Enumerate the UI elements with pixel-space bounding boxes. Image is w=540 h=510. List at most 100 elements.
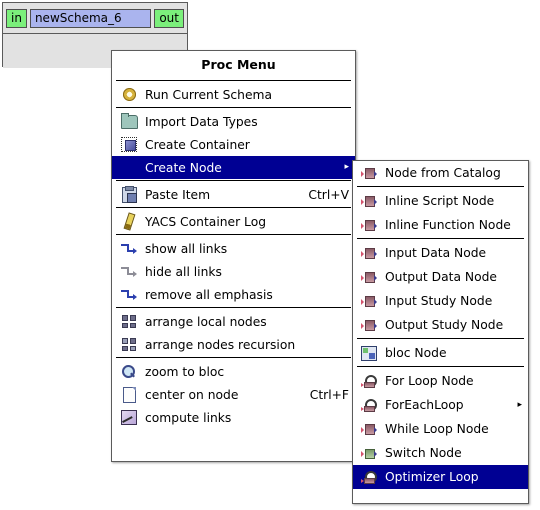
menu-item-inline-function-node[interactable]: Inline Function Node bbox=[353, 213, 528, 237]
menu-item-label: Create Container bbox=[145, 137, 250, 152]
menu-separator bbox=[116, 357, 351, 358]
menu-item-label: bloc Node bbox=[385, 346, 447, 360]
menu-item-label: Create Node bbox=[145, 160, 222, 175]
magnifier-icon bbox=[119, 363, 139, 381]
menu-item-switch-node[interactable]: Switch Node bbox=[353, 441, 528, 465]
link-arrow-gray-icon bbox=[119, 263, 139, 281]
menu-item-zoom-to-bloc[interactable]: zoom to bloc bbox=[112, 360, 355, 383]
menu-item-label: Node from Catalog bbox=[385, 166, 501, 180]
menu-item-remove-all-emphasis[interactable]: remove all emphasis bbox=[112, 283, 355, 306]
menu-item-label: Import Data Types bbox=[145, 114, 258, 129]
grid-recursion-icon bbox=[119, 336, 139, 354]
menu-item-label: arrange local nodes bbox=[145, 314, 267, 329]
node-icon bbox=[360, 316, 378, 334]
node-icon bbox=[360, 192, 378, 210]
menu-item-while-loop-node[interactable]: While Loop Node bbox=[353, 417, 528, 441]
menu-item-label: For Loop Node bbox=[385, 374, 474, 388]
menu-item-label: hide all links bbox=[145, 264, 222, 279]
loop-icon bbox=[360, 396, 378, 414]
menu-item-label: ForEachLoop bbox=[385, 398, 464, 412]
menu-separator bbox=[357, 366, 524, 367]
menu-item-label: compute links bbox=[145, 410, 232, 425]
menu-item-label: YACS Container Log bbox=[145, 214, 267, 229]
menu-item-show-all-links[interactable]: show all links bbox=[112, 237, 355, 260]
submenu-arrow-icon: ▸ bbox=[344, 162, 349, 172]
node-icon bbox=[360, 164, 378, 182]
menu-item-node-from-catalog[interactable]: Node from Catalog bbox=[353, 161, 528, 185]
menu-item-label: Inline Script Node bbox=[385, 194, 495, 208]
switch-icon bbox=[360, 444, 378, 462]
menu-item-input-data-node[interactable]: Input Data Node bbox=[353, 241, 528, 265]
menu-item-label: Optimizer Loop bbox=[385, 470, 479, 484]
menu-separator bbox=[116, 207, 351, 208]
create-node-submenu[interactable]: Node from Catalog Inline Script Node Inlin… bbox=[352, 160, 529, 504]
menu-item-label: Paste Item bbox=[145, 187, 211, 202]
menu-item-hide-all-links[interactable]: hide all links bbox=[112, 260, 355, 283]
loop-icon bbox=[360, 372, 378, 390]
menu-item-label: Input Data Node bbox=[385, 246, 487, 260]
menu-item-arrange-local-nodes[interactable]: arrange local nodes bbox=[112, 310, 355, 333]
menu-item-center-on-node[interactable]: center on node Ctrl+F bbox=[112, 383, 355, 406]
menu-item-output-data-node[interactable]: Output Data Node bbox=[353, 265, 528, 289]
menu-item-inline-script-node[interactable]: Inline Script Node bbox=[353, 189, 528, 213]
schema-node-title[interactable]: newSchema_6 bbox=[29, 9, 152, 28]
menu-item-compute-links[interactable]: compute links bbox=[112, 406, 355, 429]
link-arrow-blue-icon bbox=[119, 240, 139, 258]
menu-item-output-study-node[interactable]: Output Study Node bbox=[353, 313, 528, 337]
menu-item-create-node[interactable]: Create Node ▸ bbox=[112, 156, 355, 179]
create-node-submenu-item-list: Node from Catalog Inline Script Node Inlin… bbox=[353, 161, 528, 489]
link-arrow-blue-icon bbox=[119, 286, 139, 304]
node-icon bbox=[360, 268, 378, 286]
menu-separator bbox=[357, 338, 524, 339]
menu-item-yacs-container-log[interactable]: YACS Container Log bbox=[112, 210, 355, 233]
pencil-log-icon bbox=[119, 212, 139, 231]
submenu-arrow-icon: ▸ bbox=[517, 399, 522, 410]
menu-separator bbox=[357, 186, 524, 187]
menu-item-label: Output Data Node bbox=[385, 270, 497, 284]
schema-node-header: in newSchema_6 out bbox=[3, 3, 187, 31]
menu-item-label: While Loop Node bbox=[385, 422, 489, 436]
folder-icon bbox=[119, 112, 139, 131]
menu-item-arrange-nodes-recursion[interactable]: arrange nodes recursion bbox=[112, 333, 355, 356]
proc-menu-item-list: Run Current Schema Import Data Types Creat… bbox=[112, 83, 355, 429]
menu-item-label: show all links bbox=[145, 241, 228, 256]
menu-item-label: Output Study Node bbox=[385, 318, 504, 332]
menu-separator bbox=[116, 307, 351, 308]
page-icon bbox=[119, 386, 139, 404]
schema-canvas[interactable]: in newSchema_6 out Proc Menu Run Current… bbox=[0, 0, 540, 510]
node-icon bbox=[360, 216, 378, 234]
menu-separator bbox=[116, 107, 351, 108]
proc-context-menu[interactable]: Proc Menu Run Current Schema Import Data … bbox=[111, 50, 356, 462]
menu-item-shortcut: Ctrl+V bbox=[308, 187, 349, 202]
gear-icon bbox=[119, 86, 139, 104]
menu-item-label: Inline Function Node bbox=[385, 218, 511, 232]
menu-item-label: Switch Node bbox=[385, 446, 462, 460]
node-icon bbox=[360, 420, 378, 438]
menu-separator bbox=[116, 180, 351, 181]
menu-item-foreach-loop[interactable]: ForEachLoop ▸ bbox=[353, 393, 528, 417]
menu-item-for-loop-node[interactable]: For Loop Node bbox=[353, 369, 528, 393]
menu-item-optimizer-loop[interactable]: Optimizer Loop bbox=[353, 465, 528, 489]
loop-icon bbox=[360, 468, 378, 486]
menu-item-paste-item[interactable]: Paste Item Ctrl+V bbox=[112, 183, 355, 206]
none-icon bbox=[119, 159, 139, 177]
menu-item-label: arrange nodes recursion bbox=[145, 337, 296, 352]
menu-item-run-current-schema[interactable]: Run Current Schema bbox=[112, 83, 355, 106]
grid-arrange-icon bbox=[119, 313, 139, 331]
menu-item-input-study-node[interactable]: Input Study Node bbox=[353, 289, 528, 313]
clipboard-paste-icon bbox=[119, 185, 139, 204]
node-icon bbox=[360, 292, 378, 310]
menu-item-label: center on node bbox=[145, 387, 239, 402]
container-icon bbox=[119, 136, 139, 154]
proc-menu-title: Proc Menu bbox=[201, 57, 276, 72]
menu-item-create-container[interactable]: Create Container bbox=[112, 133, 355, 156]
menu-item-shortcut: Ctrl+F bbox=[309, 387, 349, 402]
menu-item-label: zoom to bloc bbox=[145, 364, 225, 379]
in-port[interactable]: in bbox=[6, 9, 27, 28]
menu-item-import-data-types[interactable]: Import Data Types bbox=[112, 110, 355, 133]
menu-separator bbox=[357, 238, 524, 239]
bloc-icon bbox=[360, 344, 378, 362]
menu-item-bloc-node[interactable]: bloc Node bbox=[353, 341, 528, 365]
chart-icon bbox=[119, 409, 139, 427]
out-port[interactable]: out bbox=[154, 9, 184, 28]
